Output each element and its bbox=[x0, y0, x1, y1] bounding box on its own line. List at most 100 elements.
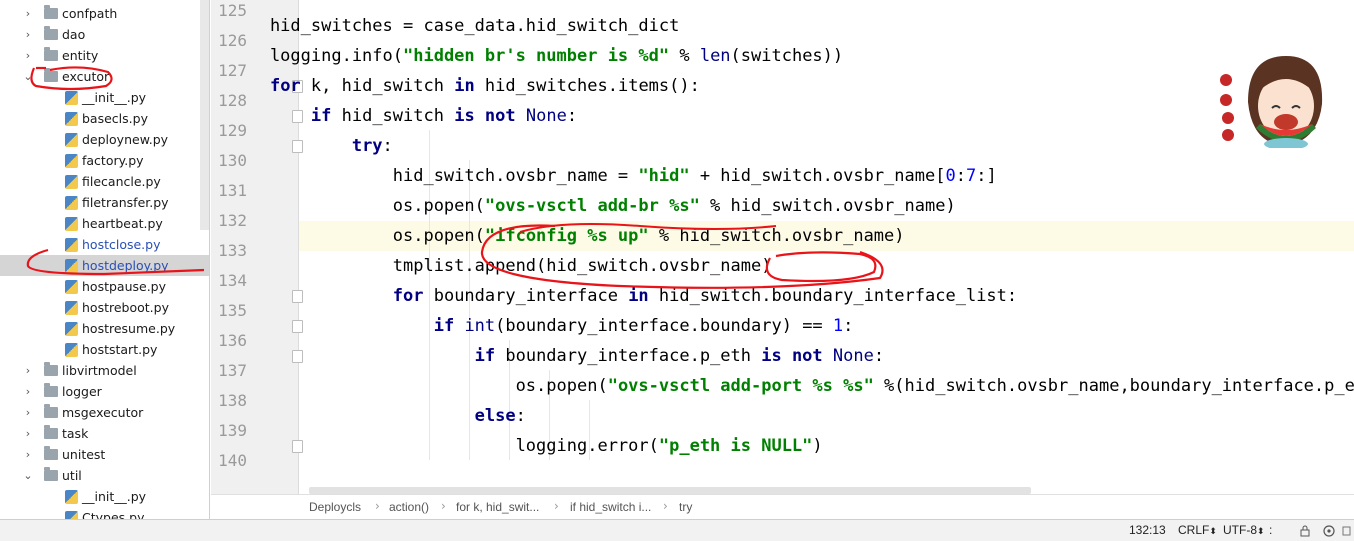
tree-folder-logger[interactable]: › logger bbox=[0, 381, 209, 402]
project-tree[interactable]: › confpath › dao › entity ⌄ excutor __in… bbox=[0, 0, 210, 519]
chevron-right-icon[interactable]: › bbox=[22, 444, 34, 465]
code-line[interactable]: hid_switches = case_data.hid_switch_dict bbox=[229, 11, 1354, 41]
tree-folder-task[interactable]: › task bbox=[0, 423, 209, 444]
breadcrumb-method[interactable]: action() bbox=[389, 500, 429, 514]
line-ending-label: CRLF bbox=[1178, 523, 1210, 537]
git-icon[interactable] bbox=[1322, 524, 1336, 538]
code-line[interactable]: os.popen("ifconfig %s up" % hid_switch.o… bbox=[229, 221, 1354, 251]
python-file-icon bbox=[65, 154, 78, 168]
python-file-icon bbox=[65, 322, 78, 336]
python-file-icon bbox=[65, 259, 78, 273]
updown-icon: ⬍ bbox=[1209, 526, 1217, 536]
tree-folder-unitest[interactable]: › unitest bbox=[0, 444, 209, 465]
folder-icon bbox=[44, 5, 58, 19]
encoding-selector[interactable]: UTF-8⬍ bbox=[1223, 523, 1265, 537]
code-line[interactable]: logging.info("hidden br's number is %d" … bbox=[229, 41, 1354, 71]
code-line[interactable]: os.popen("ovs-vsctl add-port %s %s" %(hi… bbox=[229, 371, 1354, 401]
folder-icon bbox=[44, 404, 58, 418]
chevron-right-icon[interactable]: › bbox=[22, 24, 34, 45]
chevron-down-icon[interactable]: ⌄ bbox=[22, 465, 34, 486]
breadcrumb-try[interactable]: try bbox=[679, 500, 692, 514]
tree-folder-msgexecutor[interactable]: › msgexecutor bbox=[0, 402, 209, 423]
folder-icon bbox=[44, 68, 58, 82]
tree-file-filecancle[interactable]: filecancle.py bbox=[0, 171, 209, 192]
code-line[interactable]: hid_switch.ovsbr_name = "hid" + hid_swit… bbox=[229, 161, 1354, 191]
lock-icon[interactable] bbox=[1299, 525, 1311, 537]
folder-icon bbox=[44, 425, 58, 439]
status-bar: 132:13 CRLF⬍ UTF-8⬍ : bbox=[0, 519, 1354, 541]
code-line[interactable]: if int(boundary_interface.boundary) == 1… bbox=[229, 311, 1354, 341]
breadcrumb: Deploycls › action() › for k, hid_swit..… bbox=[211, 494, 1354, 519]
caret-position[interactable]: 132:13 bbox=[1129, 523, 1166, 537]
breadcrumb-separator-icon: › bbox=[554, 499, 559, 513]
tree-file-hostdeploy[interactable]: hostdeploy.py bbox=[0, 255, 209, 276]
sticker-image bbox=[1220, 56, 1323, 148]
sep-icon: : bbox=[1269, 523, 1273, 537]
python-file-icon bbox=[65, 343, 78, 357]
breadcrumb-class[interactable]: Deploycls bbox=[309, 500, 361, 514]
python-file-icon bbox=[65, 112, 78, 126]
chevron-right-icon[interactable]: › bbox=[22, 423, 34, 444]
chevron-right-icon[interactable]: › bbox=[22, 381, 34, 402]
python-file-icon bbox=[65, 511, 78, 519]
chevron-right-icon[interactable]: › bbox=[22, 402, 34, 423]
folder-icon bbox=[44, 362, 58, 376]
chevron-right-icon[interactable]: › bbox=[22, 360, 34, 381]
tree-file-basecls[interactable]: basecls.py bbox=[0, 108, 209, 129]
breadcrumb-if[interactable]: if hid_switch i... bbox=[570, 500, 651, 514]
tree-folder-util[interactable]: ⌄ util bbox=[0, 465, 209, 486]
tree-file-hostclose[interactable]: hostclose.py bbox=[0, 234, 209, 255]
chevron-down-icon[interactable]: ⌄ bbox=[22, 66, 34, 87]
folder-icon bbox=[44, 26, 58, 40]
tree-file-ctypes[interactable]: Ctypes.py bbox=[0, 507, 209, 519]
chevron-right-icon[interactable]: › bbox=[22, 45, 34, 66]
code-line[interactable]: if hid_switch is not None: bbox=[229, 101, 1354, 131]
tree-file-heartbeat[interactable]: heartbeat.py bbox=[0, 213, 209, 234]
python-file-icon bbox=[65, 217, 78, 231]
breadcrumb-separator-icon: › bbox=[375, 499, 380, 513]
code-line[interactable]: for k, hid_switch in hid_switches.items(… bbox=[229, 71, 1354, 101]
chevron-right-icon[interactable]: › bbox=[22, 3, 34, 24]
python-file-icon bbox=[65, 196, 78, 210]
tree-file-hostresume[interactable]: hostresume.py bbox=[0, 318, 209, 339]
code-line[interactable]: if boundary_interface.p_eth is not None: bbox=[229, 341, 1354, 371]
python-file-icon bbox=[65, 91, 78, 105]
code-line[interactable]: tmplist.append(hid_switch.ovsbr_name) bbox=[229, 251, 1354, 281]
code-line[interactable]: os.popen("ovs-vsctl add-br %s" % hid_swi… bbox=[229, 191, 1354, 221]
code-line[interactable]: for boundary_interface in hid_switch.bou… bbox=[229, 281, 1354, 311]
python-file-icon bbox=[65, 238, 78, 252]
tree-folder-confpath[interactable]: › confpath bbox=[0, 3, 209, 24]
line-ending-selector[interactable]: CRLF⬍ bbox=[1178, 523, 1217, 537]
tree-file-init[interactable]: __init__.py bbox=[0, 87, 209, 108]
tree-file-util-init[interactable]: __init__.py bbox=[0, 486, 209, 507]
code-editor[interactable]: 125 126 127 128 129 130 131 132 133 134 … bbox=[211, 0, 1354, 494]
code-line[interactable]: try: bbox=[229, 131, 1354, 161]
folder-icon bbox=[44, 467, 58, 481]
tree-file-hostreboot[interactable]: hostreboot.py bbox=[0, 297, 209, 318]
python-file-icon bbox=[65, 175, 78, 189]
breadcrumb-separator-icon: › bbox=[663, 499, 668, 513]
python-file-icon bbox=[65, 301, 78, 315]
code-line[interactable]: logging.error("p_eth is NULL") bbox=[229, 431, 1354, 461]
tree-file-hoststart[interactable]: hoststart.py bbox=[0, 339, 209, 360]
python-file-icon bbox=[65, 490, 78, 504]
encoding-label: UTF-8 bbox=[1223, 523, 1257, 537]
tree-folder-entity[interactable]: › entity bbox=[0, 45, 209, 66]
breadcrumb-separator-icon: › bbox=[441, 499, 446, 513]
code-line[interactable]: else: bbox=[229, 401, 1354, 431]
notification-icon[interactable] bbox=[1341, 524, 1353, 538]
breadcrumb-for[interactable]: for k, hid_swit... bbox=[456, 500, 539, 514]
tree-file-hostpause[interactable]: hostpause.py bbox=[0, 276, 209, 297]
tree-folder-excutor[interactable]: ⌄ excutor bbox=[0, 66, 209, 87]
horizontal-scrollbar[interactable] bbox=[309, 487, 1031, 494]
tree-folder-libvirtmodel[interactable]: › libvirtmodel bbox=[0, 360, 209, 381]
tree-folder-dao[interactable]: › dao bbox=[0, 24, 209, 45]
python-file-icon bbox=[65, 280, 78, 294]
tree-file-factory[interactable]: factory.py bbox=[0, 150, 209, 171]
folder-icon bbox=[44, 383, 58, 397]
tree-file-filetransfer[interactable]: filetransfer.py bbox=[0, 192, 209, 213]
python-file-icon bbox=[65, 133, 78, 147]
folder-icon bbox=[44, 446, 58, 460]
tree-file-deploynew[interactable]: deploynew.py bbox=[0, 129, 209, 150]
folder-icon bbox=[44, 47, 58, 61]
